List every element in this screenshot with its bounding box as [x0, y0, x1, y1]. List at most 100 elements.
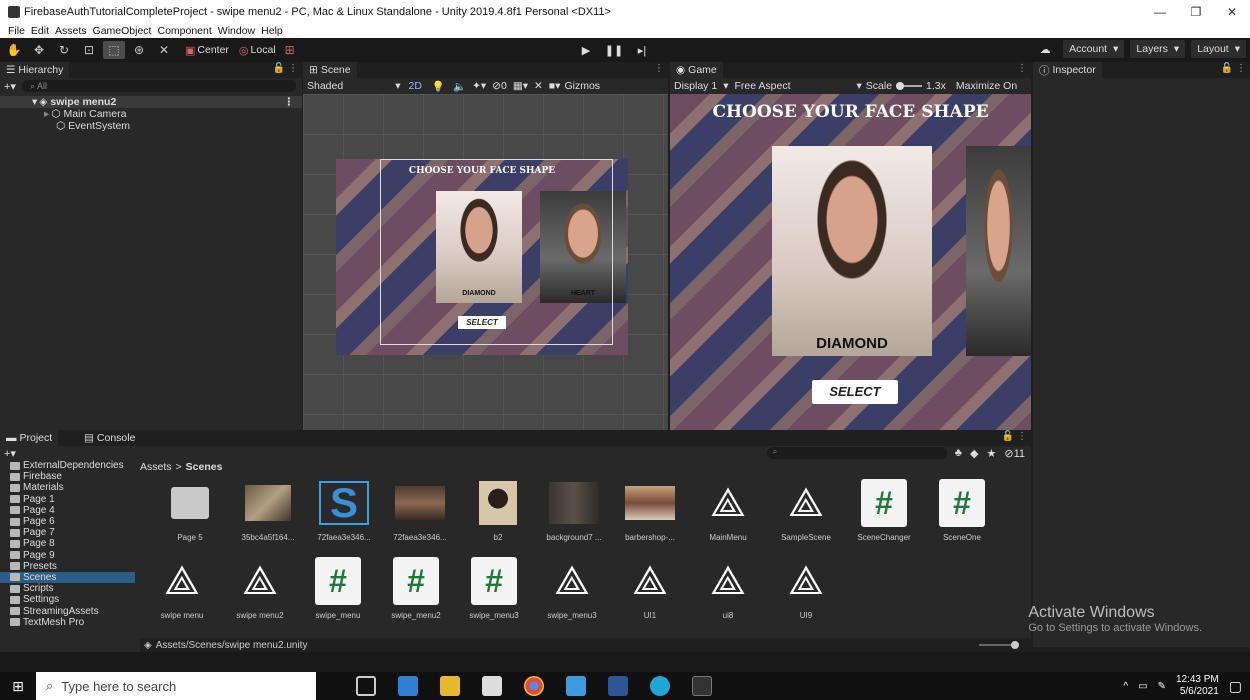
scale-slider[interactable]: [896, 82, 923, 90]
asset-item[interactable]: ⟁ MainMenu: [688, 478, 768, 542]
folder-item[interactable]: Page 7: [0, 527, 135, 538]
hierarchy-scene-row[interactable]: ▾ ◈ swipe menu2 ⋮: [0, 96, 302, 108]
maximize-button[interactable]: ❐: [1178, 0, 1214, 24]
aspect-dropdown[interactable]: Free Aspect: [734, 80, 790, 92]
folder-item[interactable]: Settings: [0, 594, 135, 605]
pivot-center-toggle[interactable]: ▣ Center: [185, 44, 229, 57]
asset-item[interactable]: b2: [458, 478, 538, 542]
asset-item[interactable]: Page 5: [150, 478, 230, 542]
app-icon[interactable]: [566, 676, 586, 696]
filter-icon[interactable]: ♣: [955, 447, 962, 459]
menu-window[interactable]: Window: [218, 25, 255, 37]
notification-icon[interactable]: ▢: [1229, 678, 1242, 695]
scale-tool-icon[interactable]: ⊡: [78, 41, 100, 59]
play-button[interactable]: ▶: [575, 41, 597, 59]
label-icon[interactable]: ◆: [970, 447, 978, 460]
taskbar-search-input[interactable]: ⌕ Type here to search: [36, 672, 316, 700]
folder-item[interactable]: ExternalDependencies: [0, 460, 135, 471]
asset-item[interactable]: ⟁ SampleScene: [766, 478, 846, 542]
network-icon[interactable]: ▭: [1138, 681, 1147, 692]
folder-item[interactable]: Materials: [0, 482, 135, 493]
asset-item[interactable]: ⟁ swipe menu: [142, 556, 222, 620]
2d-toggle[interactable]: 2D: [408, 80, 421, 92]
lock-icon[interactable]: 🔓 ⋮: [1002, 431, 1027, 442]
pivot-local-toggle[interactable]: ◎ Local: [239, 44, 276, 57]
move-tool-icon[interactable]: ✥: [28, 41, 50, 59]
game-viewport[interactable]: CHOOSE YOUR FACE SHAPE DIAMOND SELECT: [670, 94, 1031, 430]
star-icon[interactable]: ★: [986, 447, 996, 460]
grid-toggle-icon[interactable]: ▦▾: [513, 80, 528, 92]
folder-item-selected[interactable]: Scenes: [0, 571, 135, 584]
asset-item[interactable]: ⟁ UI9: [766, 556, 846, 620]
add-icon[interactable]: +▾: [4, 447, 16, 460]
custom-tool-icon[interactable]: ✕: [153, 41, 175, 59]
menu-gameobject[interactable]: GameObject: [93, 25, 152, 37]
display-dropdown[interactable]: Display 1: [674, 80, 717, 92]
windows-start-icon[interactable]: ⊞: [0, 672, 36, 700]
step-button[interactable]: ▸|: [631, 41, 653, 59]
cloud-icon[interactable]: ☁: [1033, 40, 1057, 58]
tab-project[interactable]: ▬ Project: [0, 430, 59, 446]
chevron-up-icon[interactable]: ^: [1123, 681, 1128, 692]
layers-dropdown[interactable]: Layers ▾: [1130, 40, 1186, 58]
audio-icon[interactable]: 🔈: [453, 80, 466, 93]
asset-item[interactable]: 35bc4a5f164...: [228, 478, 308, 542]
unity-taskbar-icon[interactable]: [692, 676, 712, 696]
minimize-button[interactable]: —: [1142, 0, 1178, 24]
asset-item[interactable]: barbershop-...: [610, 478, 690, 542]
hierarchy-item-eventsystem[interactable]: ⬡ EventSystem: [0, 120, 302, 132]
tab-inspector[interactable]: ⓘ Inspector: [1033, 62, 1102, 78]
rect-tool-icon[interactable]: ⬚: [103, 41, 125, 59]
people-app-icon[interactable]: [398, 676, 418, 696]
word-icon[interactable]: [608, 676, 628, 696]
gizmos-dropdown[interactable]: Gizmos: [564, 80, 600, 92]
menu-assets[interactable]: Assets: [55, 25, 87, 37]
hidden-packages-icon[interactable]: ⊘11: [1004, 447, 1025, 460]
game-select-button[interactable]: SELECT: [812, 380, 898, 404]
tab-hierarchy[interactable]: ☰ Hierarchy: [0, 62, 70, 78]
tab-game[interactable]: ◉ Game: [670, 62, 723, 78]
asset-item[interactable]: ⟁ ui8: [688, 556, 768, 620]
more-icon[interactable]: ⋮: [284, 96, 295, 108]
project-search-input[interactable]: ⌕: [766, 447, 947, 459]
asset-item[interactable]: 72faea3e346...: [380, 478, 460, 542]
folder-item[interactable]: StreamingAssets: [0, 605, 135, 617]
pen-icon[interactable]: ✎: [1158, 681, 1166, 692]
slider-handle[interactable]: [1011, 641, 1019, 649]
hand-tool-icon[interactable]: ✋: [3, 41, 25, 59]
shading-mode-dropdown[interactable]: Shaded: [307, 80, 343, 92]
folder-item[interactable]: Page 9: [0, 550, 135, 561]
folder-item[interactable]: Scripts: [0, 583, 135, 594]
more-icon[interactable]: ⋮: [654, 63, 664, 74]
asset-item[interactable]: # swipe_menu: [298, 556, 378, 620]
camera-icon[interactable]: ■▾: [549, 80, 561, 92]
folder-item[interactable]: Firebase: [0, 471, 135, 482]
more-icon[interactable]: ⋮: [1017, 63, 1027, 74]
tools-icon[interactable]: ✕: [534, 80, 543, 92]
hierarchy-item-main-camera[interactable]: ▸ ⬡ Main Camera: [0, 108, 302, 120]
scene-viewport[interactable]: CHOOSE YOUR FACE SHAPE DIAMOND HEART SEL…: [303, 94, 668, 430]
breadcrumb-assets[interactable]: Assets: [140, 461, 172, 473]
folder-item[interactable]: TextMesh Pro: [0, 617, 135, 628]
file-explorer-icon[interactable]: [440, 676, 460, 696]
asset-item[interactable]: ⟁ UI1: [610, 556, 690, 620]
clock[interactable]: 12:43 PM 5/6/2021: [1176, 674, 1219, 698]
asset-item[interactable]: ⟁ swipe_menu3: [532, 556, 612, 620]
tab-console[interactable]: ▤ Console: [78, 430, 142, 446]
account-dropdown[interactable]: Account ▾: [1063, 40, 1125, 58]
asset-item[interactable]: # swipe_menu2: [376, 556, 456, 620]
menu-edit[interactable]: Edit: [31, 25, 49, 37]
lighting-icon[interactable]: 💡: [432, 80, 445, 93]
edge-icon[interactable]: [650, 676, 670, 696]
store-icon[interactable]: [482, 676, 502, 696]
task-view-icon[interactable]: [356, 676, 376, 696]
folder-item[interactable]: Page 8: [0, 538, 135, 549]
effects-icon[interactable]: ✦▾: [472, 80, 486, 92]
folder-item[interactable]: Presets: [0, 561, 135, 572]
folder-item[interactable]: Page 6: [0, 516, 135, 527]
lock-icon[interactable]: 🔓 ⋮: [273, 63, 298, 74]
asset-item[interactable]: background7 ...: [534, 478, 614, 542]
asset-item[interactable]: S 72faea3e346...: [304, 478, 384, 542]
hidden-objects-icon[interactable]: ⊘: [492, 80, 501, 92]
tab-scene[interactable]: ⊞ Scene: [303, 62, 357, 78]
